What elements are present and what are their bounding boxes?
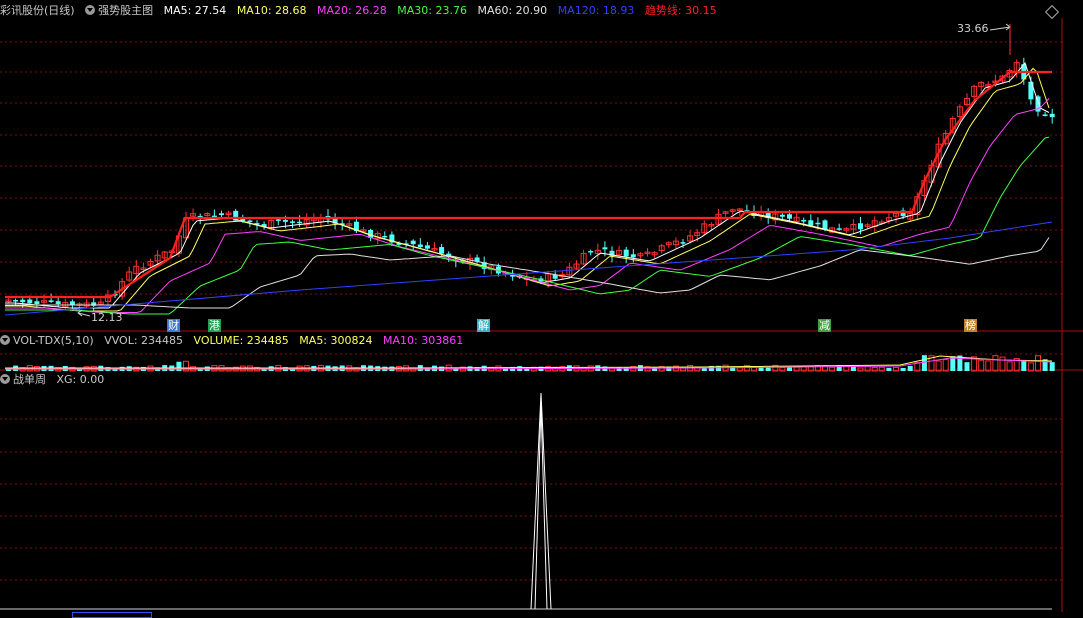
- volume-menu-icon[interactable]: [0, 335, 10, 345]
- event-marker-list[interactable]: 榜: [964, 319, 977, 332]
- sub-indicator-header: 战单周 XG: 0.00: [0, 372, 111, 388]
- ma120-value: MA120: 18.93: [557, 4, 635, 17]
- volume-bar: [985, 360, 992, 372]
- event-marker-reduce[interactable]: 减: [818, 319, 831, 332]
- candle-down: [439, 247, 445, 254]
- candle-down: [275, 219, 281, 221]
- ma5-value: MA5: 27.54: [163, 4, 227, 17]
- signal-spike-inner: [534, 404, 548, 610]
- candle-down: [55, 301, 61, 304]
- volume-ma5-value: MA5: 300824: [299, 334, 373, 347]
- candle-down: [282, 219, 288, 222]
- volume-bar: [942, 359, 949, 372]
- volume-bar: [921, 355, 927, 371]
- candle-down: [27, 299, 33, 304]
- candle-down: [290, 221, 295, 223]
- candle-down: [20, 299, 26, 303]
- candle-down: [417, 244, 423, 248]
- volume-bar: [765, 367, 771, 371]
- volume-bar: [1021, 360, 1027, 371]
- candle-down: [623, 249, 629, 257]
- ma20-value: MA20: 26.28: [317, 4, 387, 17]
- volume-header: VOL-TDX(5,10) VVOL: 234485 VOLUME: 23448…: [0, 333, 470, 349]
- candle-down: [247, 220, 253, 223]
- xg-value: XG: 0.00: [56, 373, 105, 386]
- candle-down: [602, 247, 608, 250]
- candle-down: [822, 220, 828, 230]
- low-price-label: 12.13: [91, 311, 123, 324]
- candle-down: [801, 220, 807, 222]
- volume-bar: [964, 362, 970, 371]
- date-axis[interactable]: [0, 612, 1083, 618]
- sub-indicator-menu-icon[interactable]: [0, 374, 10, 384]
- candle-down: [787, 214, 792, 219]
- candle-down: [779, 214, 785, 217]
- signal-spike: [530, 392, 552, 610]
- volume-bar: [857, 367, 864, 372]
- high-price-label: 33.66: [957, 22, 989, 35]
- price-chart-canvas[interactable]: [0, 0, 1083, 618]
- candle-down: [219, 213, 224, 216]
- volume-bar: [900, 367, 906, 371]
- volume-bar: [978, 359, 985, 372]
- volume-ma10-value: MA10: 303861: [383, 334, 464, 347]
- candle-down: [836, 228, 842, 230]
- candle-down: [808, 220, 814, 226]
- trend-line: [5, 70, 1052, 299]
- volume-bar: [886, 367, 892, 371]
- main-chart-header: 彩讯股份(日线) 强势股主图 MA5: 27.54 MA10: 28.68 MA…: [0, 3, 724, 19]
- candle-down: [858, 223, 863, 230]
- candle-down: [630, 254, 636, 258]
- stock-name: 彩讯股份(日线): [0, 4, 75, 17]
- volume-indicator-name[interactable]: VOL-TDX(5,10): [13, 334, 94, 347]
- ma120-line: [4, 221, 1053, 316]
- sub-indicator-name[interactable]: 战单周: [13, 373, 46, 386]
- date-cursor-box[interactable]: [72, 612, 152, 618]
- ma60-value: MA60: 20.90: [477, 4, 548, 17]
- ma30-line: [5, 136, 1050, 315]
- event-marker-unlock[interactable]: 解: [477, 319, 490, 332]
- volume-bar: [907, 365, 913, 371]
- ma30-value: MA30: 23.76: [397, 4, 467, 17]
- indicator-name[interactable]: 强势股主图: [98, 4, 153, 17]
- volume-value: VOLUME: 234485: [193, 334, 289, 347]
- volume-bar: [736, 367, 743, 372]
- candle-down: [1049, 113, 1055, 118]
- volume-bar: [176, 361, 182, 371]
- candle-down: [13, 300, 19, 302]
- volume-bar: [935, 360, 942, 372]
- volume-bar: [1035, 355, 1041, 372]
- candle-down: [34, 301, 40, 305]
- candle-down: [588, 251, 594, 253]
- event-marker-finance[interactable]: 财: [167, 319, 180, 332]
- event-marker-hk[interactable]: 港: [208, 319, 221, 332]
- candle-down: [297, 221, 303, 224]
- candle-down: [680, 242, 686, 244]
- volume-bar: [999, 356, 1006, 372]
- candle-down: [424, 245, 430, 249]
- candle-down: [815, 222, 821, 225]
- ma10-value: MA10: 28.68: [236, 4, 307, 17]
- candle-down: [1042, 114, 1048, 116]
- indicator-menu-icon[interactable]: [85, 5, 96, 15]
- volume-bar: [992, 355, 999, 372]
- trend-line-value: 趋势线: 30.15: [644, 4, 717, 17]
- vvol-value: VVOL: 234485: [104, 334, 184, 347]
- candle-down: [48, 300, 54, 302]
- candle-down: [382, 235, 388, 238]
- high-arrow: [989, 23, 1011, 31]
- candle-down: [410, 240, 416, 245]
- volume-bar: [1049, 362, 1055, 371]
- ma5-line: [5, 61, 1050, 309]
